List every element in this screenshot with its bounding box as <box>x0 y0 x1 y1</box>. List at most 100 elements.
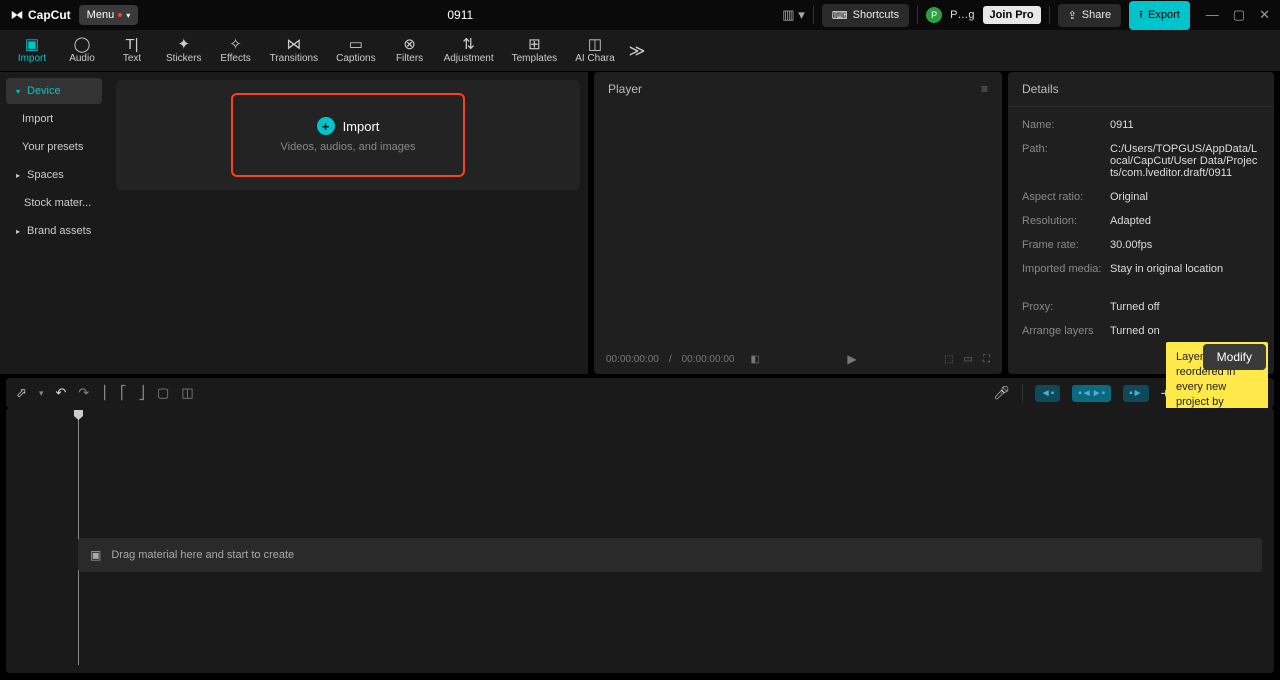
tab-transitions[interactable]: ⋈Transitions <box>264 35 325 66</box>
tab-captions[interactable]: ▭Captions <box>330 35 381 66</box>
detail-value: Original <box>1110 191 1148 203</box>
app-logo: CapCut <box>10 8 71 22</box>
tab-import[interactable]: ▣Import <box>10 35 54 66</box>
tab-label: Captions <box>336 53 375 64</box>
mic-icon[interactable]: 🎤︎ <box>993 385 1010 401</box>
tab-filters[interactable]: ⊗Filters <box>388 35 432 66</box>
app-name: CapCut <box>28 8 71 22</box>
shortcuts-button[interactable]: ⌨ Shortcuts <box>822 4 909 27</box>
minimize-icon[interactable]: — <box>1206 7 1219 23</box>
tab-text[interactable]: T|Text <box>110 35 154 66</box>
captions-icon: ▭ <box>349 37 363 52</box>
import-dropzone[interactable]: + Import Videos, audios, and images <box>231 93 466 177</box>
sidebar-item-import[interactable]: Import <box>6 106 102 132</box>
split-icon[interactable]: ⎮ <box>101 385 108 401</box>
tab-label: Text <box>123 53 141 64</box>
sidebar-item-device[interactable]: ▾Device <box>6 78 102 104</box>
timeline-track[interactable]: ▣ Drag material here and start to create <box>78 538 1262 572</box>
sidebar-item-spaces[interactable]: ▸Spaces <box>6 162 102 188</box>
tab-templates[interactable]: ⊞Templates <box>506 35 564 66</box>
detail-value: 30.00fps <box>1110 239 1152 251</box>
sidebar-label: Import <box>22 113 53 125</box>
trim-right-icon[interactable]: ⎦ <box>139 385 146 401</box>
adjustment-icon: ⇅ <box>462 37 475 52</box>
share-icon: ⇪ <box>1068 9 1077 22</box>
detail-value: 0911 <box>1110 119 1134 131</box>
detail-row-aspect: Aspect ratio:Original <box>1022 185 1260 209</box>
tab-label: Transitions <box>270 53 319 64</box>
sidebar-label: Device <box>27 85 61 97</box>
username: P…g <box>950 9 974 21</box>
audio-icon: ◯ <box>74 37 91 52</box>
titlebar: CapCut Menu ▾ 0911 ▥ ▾ ⌨ Shortcuts P P…g… <box>0 0 1280 30</box>
player-panel: Player ≡ 00:00:00:00 / 00:00:00:00 ◧ ▶ ⬚… <box>594 72 1002 374</box>
detail-value: Turned on <box>1110 325 1160 337</box>
close-icon[interactable]: ✕ <box>1259 7 1270 23</box>
sidebar-item-brand[interactable]: ▸Brand assets <box>6 218 102 244</box>
detail-row-name: Name:0911 <box>1022 113 1260 137</box>
project-title: 0911 <box>146 8 774 22</box>
time-sep: / <box>669 354 672 365</box>
stickers-icon: ✦ <box>177 37 190 52</box>
timeline-hint: Drag material here and start to create <box>111 549 294 561</box>
redo-icon[interactable]: ↷ <box>78 385 89 401</box>
detail-key: Imported media: <box>1022 263 1110 275</box>
export-button[interactable]: ⭱ Export <box>1129 1 1190 30</box>
hamburger-icon[interactable]: ≡ <box>981 82 988 96</box>
sidebar-item-stock[interactable]: Stock mater... <box>6 190 102 216</box>
detail-row-path: Path:C:/Users/TOPGUS/AppData/Local/CapCu… <box>1022 137 1260 185</box>
sidebar-item-presets[interactable]: Your presets <box>6 134 102 160</box>
compare-icon[interactable]: ◧ <box>750 354 759 365</box>
avatar[interactable]: P <box>926 7 942 23</box>
tab-adjustment[interactable]: ⇅Adjustment <box>438 35 500 66</box>
detail-value: C:/Users/TOPGUS/AppData/Local/CapCut/Use… <box>1110 143 1260 179</box>
trim-left-icon[interactable]: ⎡ <box>120 385 127 401</box>
import-subtitle: Videos, audios, and images <box>281 141 416 153</box>
tab-stickers[interactable]: ✦Stickers <box>160 35 208 66</box>
chevron-down-icon: ▾ <box>126 11 130 20</box>
maximize-icon[interactable]: ▢ <box>1233 7 1245 23</box>
import-title-row: + Import <box>317 117 380 135</box>
detail-row-proxy: Proxy:Turned off <box>1022 295 1260 319</box>
modify-button[interactable]: Modify <box>1203 344 1266 370</box>
tab-ai-chara[interactable]: ◫AI Chara <box>569 35 620 66</box>
detail-value: Turned off <box>1110 301 1160 313</box>
magnet-right-icon[interactable]: ▪► <box>1123 385 1148 402</box>
export-icon: ⭱ <box>1139 6 1143 25</box>
text-icon: T| <box>125 37 138 52</box>
menu-button[interactable]: Menu ▾ <box>79 5 139 25</box>
player-viewport <box>594 106 1002 344</box>
details-header: Details <box>1008 72 1274 107</box>
shortcuts-label: Shortcuts <box>853 9 899 21</box>
sidebar-label: Stock mater... <box>24 197 91 209</box>
caret-icon: ▾ <box>16 87 24 96</box>
tab-audio[interactable]: ◯Audio <box>60 35 104 66</box>
snapshot-icon[interactable]: ⬚ <box>944 354 953 365</box>
import-card: + Import Videos, audios, and images <box>116 80 580 190</box>
layout-icon[interactable]: ▥ ▾ <box>782 7 804 23</box>
modify-bar: Modify <box>1203 344 1266 370</box>
divider <box>813 6 814 24</box>
share-button[interactable]: ⇪ Share <box>1058 4 1122 27</box>
details-panel: Details Name:0911 Path:C:/Users/TOPGUS/A… <box>1008 72 1274 374</box>
timeline-toolbar: ⬀ ▾ ↶ ↷ ⎮ ⎡ ⎦ ▢ ◫ 🎤︎ ◄▪ ▪◄►▪ ▪► ⫞⫠ ▭ ○ —… <box>6 378 1274 408</box>
player-controls: 00:00:00:00 / 00:00:00:00 ◧ ▶ ⬚ ▭ ⛶ <box>594 344 1002 374</box>
magnet-left-icon[interactable]: ◄▪ <box>1035 385 1060 402</box>
delete-icon[interactable]: ▢ <box>157 385 169 401</box>
cursor-tool-icon[interactable]: ⬀ <box>16 385 27 401</box>
play-button[interactable]: ▶ <box>770 352 934 366</box>
timeline[interactable]: ▣ Drag material here and start to create <box>6 408 1274 673</box>
time-current: 00:00:00:00 <box>606 354 659 365</box>
join-pro-button[interactable]: Join Pro <box>983 6 1041 24</box>
chevron-down-icon[interactable]: ▾ <box>39 388 44 399</box>
detail-key: Frame rate: <box>1022 239 1110 251</box>
undo-icon[interactable]: ↶ <box>55 385 66 401</box>
tab-effects[interactable]: ✧Effects <box>214 35 258 66</box>
sidebar-label: Spaces <box>27 169 64 181</box>
tabs-more-icon[interactable]: ≫ <box>629 41 646 61</box>
fullscreen-icon[interactable]: ⛶ <box>983 354 990 365</box>
crop-icon[interactable]: ◫ <box>181 385 193 401</box>
ratio-icon[interactable]: ▭ <box>964 354 973 365</box>
magnet-center-icon[interactable]: ▪◄►▪ <box>1072 385 1111 402</box>
sidebar-label: Your presets <box>22 141 83 153</box>
